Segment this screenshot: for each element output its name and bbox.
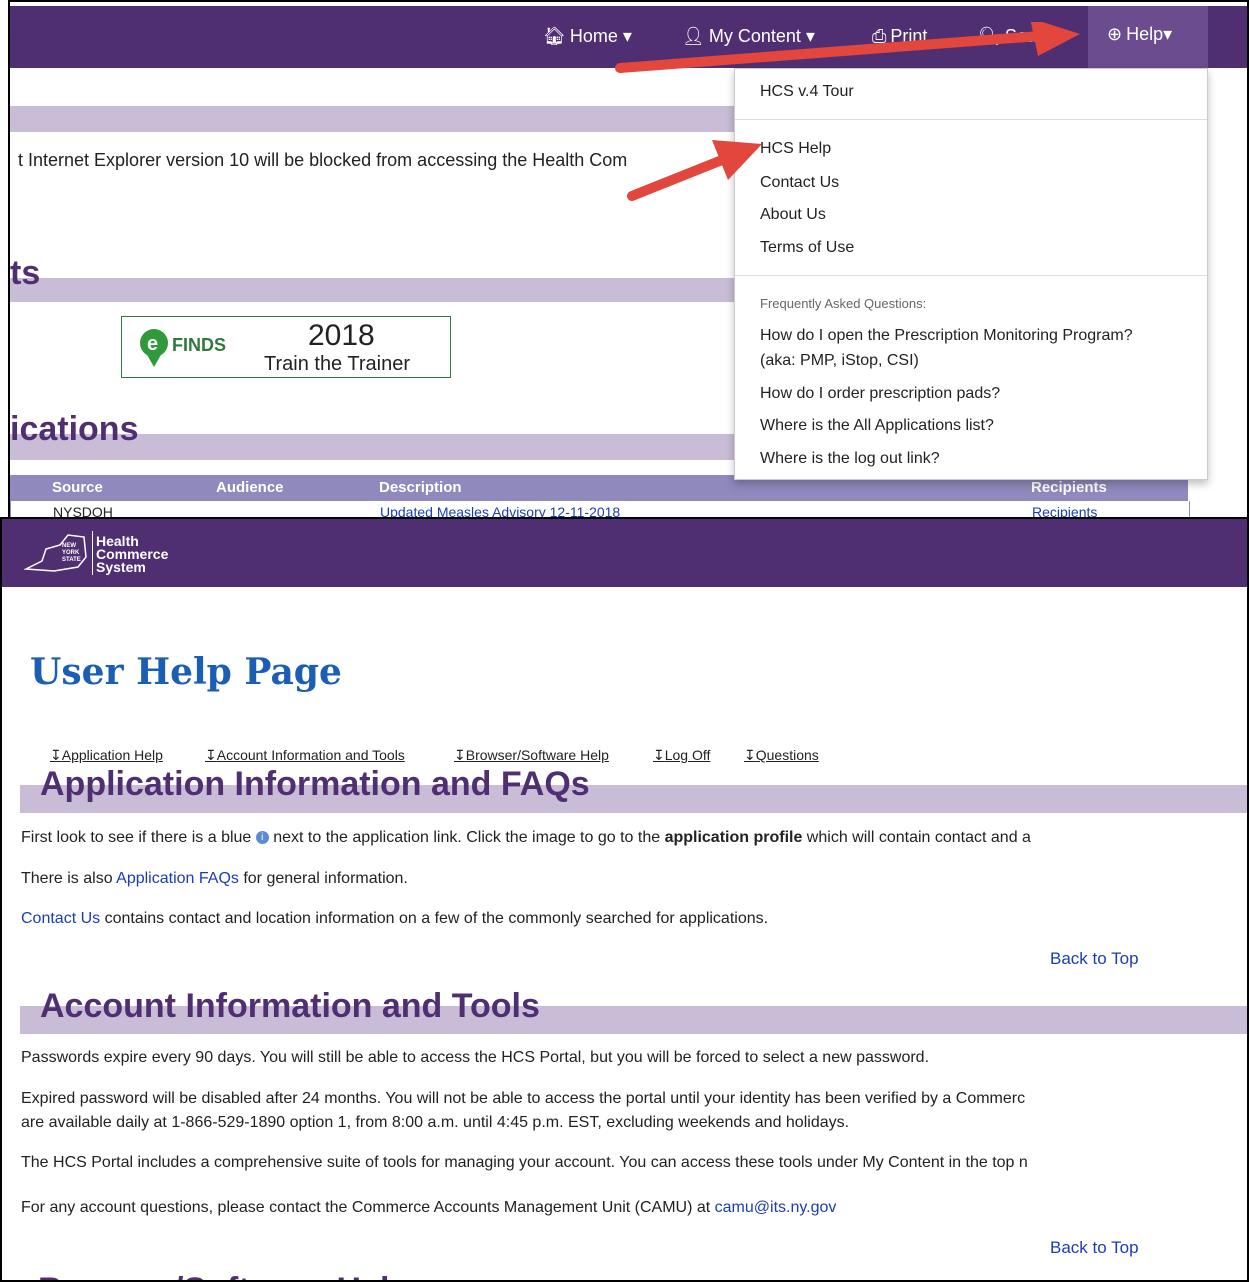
contact-us-link[interactable]: Contact Us <box>21 910 100 927</box>
menu-divider <box>735 119 1207 120</box>
section-heading-account-info: Account Information and Tools <box>40 987 540 1025</box>
menu-item-hcs-help[interactable]: HCS Help <box>760 140 831 158</box>
lifebuoy-icon: ⊕ <box>1107 24 1123 44</box>
user-icon: 👤︎ <box>682 26 705 46</box>
svg-text:FINDS: FINDS <box>172 335 226 355</box>
account-paragraph-1: Passwords expire every 90 days. You will… <box>21 1049 930 1066</box>
col-audience: Audience <box>216 479 284 496</box>
menu-item-terms[interactable]: Terms of Use <box>760 239 854 257</box>
efinds-training-banner[interactable]: e FINDS 2018 Train the Trainer <box>121 316 451 378</box>
nav-print[interactable]: ⎙ Print <box>872 26 927 47</box>
section-heading-browser-partial: Browser/Software Help <box>38 1271 410 1280</box>
section-heading-app-info: Application Information and FAQs <box>40 765 590 803</box>
anchor-browser-help[interactable]: ↧Browser/Software Help <box>454 747 609 764</box>
logo-divider <box>92 531 93 575</box>
app-info-paragraph-2: There is also Application FAQs for gener… <box>21 870 408 887</box>
home-icon: 🏠︎ <box>543 26 566 46</box>
anchor-account-info[interactable]: ↧Account Information and Tools <box>205 747 405 764</box>
printer-icon: ⎙ <box>872 26 887 46</box>
nav-search[interactable]: 🔍︎ Search <box>978 26 1062 47</box>
col-source: Source <box>52 479 103 496</box>
hcs-portal-screenshot: 🏠︎ Home ▾ 👤︎ My Content ▾ ⎙ Print 🔍︎ Search … <box>8 0 1249 519</box>
info-icon: i <box>255 831 269 845</box>
account-paragraph-3: The HCS Portal includes a comprehensive … <box>21 1154 1028 1171</box>
camu-email-link[interactable]: camu@its.ny.gov <box>715 1199 837 1216</box>
banner-year: 2018 <box>308 319 375 352</box>
anchor-questions[interactable]: ↧Questions <box>744 747 819 764</box>
account-paragraph-4: For any account questions, please contac… <box>21 1199 837 1216</box>
search-icon: 🔍︎ <box>978 26 1001 46</box>
hcs-header-banner: NEW YORK STATE Health Commerce System <box>2 519 1247 587</box>
anchor-log-off[interactable]: ↧Log Off <box>653 747 710 764</box>
back-to-top-link[interactable]: Back to Top <box>1050 949 1139 969</box>
nav-help[interactable]: ⊕ Help▾ <box>1107 24 1172 45</box>
svg-text:e: e <box>147 333 158 355</box>
efinds-logo-icon: e FINDS <box>140 329 226 367</box>
menu-item-about-us[interactable]: About Us <box>760 206 826 224</box>
section-heading-partial: ts <box>10 254 41 292</box>
application-faqs-link[interactable]: Application FAQs <box>116 870 239 887</box>
svg-text:NEW: NEW <box>62 543 76 549</box>
help-dropdown-menu: HCS v.4 Tour HCS Help Contact Us About U… <box>734 68 1208 480</box>
banner-subtitle: Train the Trainer <box>264 353 410 375</box>
account-paragraph-2: Expired password will be disabled after … <box>21 1090 1026 1107</box>
page-title: User Help Page <box>30 651 342 693</box>
anchor-application-help[interactable]: ↧Application Help <box>50 747 163 764</box>
faq-prescription-pads[interactable]: How do I order prescription pads? <box>760 385 1000 403</box>
faq-all-applications[interactable]: Where is the All Applications list? <box>760 417 994 435</box>
col-description: Description <box>379 479 462 496</box>
nav-home[interactable]: 🏠︎ Home ▾ <box>543 26 632 47</box>
back-to-top-link[interactable]: Back to Top <box>1050 1238 1139 1258</box>
nav-my-content[interactable]: 👤︎ My Content ▾ <box>682 26 815 47</box>
top-navigation-bar: 🏠︎ Home ▾ 👤︎ My Content ▾ ⎙ Print 🔍︎ Search … <box>10 6 1247 68</box>
faq-log-out[interactable]: Where is the log out link? <box>760 450 940 468</box>
app-info-paragraph-1: First look to see if there is a blue i n… <box>21 829 1031 846</box>
app-info-paragraph-3: Contact Us contains contact and location… <box>21 910 769 927</box>
faq-pmp-aka[interactable]: (aka: PMP, iStop, CSI) <box>760 352 919 370</box>
logo-text-system: System <box>96 559 146 575</box>
account-paragraph-2b: are available daily at 1-866-529-1890 op… <box>21 1114 850 1131</box>
svg-text:YORK: YORK <box>62 550 80 556</box>
menu-item-contact-us[interactable]: Contact Us <box>760 174 839 192</box>
menu-item-tour[interactable]: HCS v.4 Tour <box>760 83 854 101</box>
browser-notice: t Internet Explorer version 10 will be b… <box>18 150 628 170</box>
col-recipients: Recipients <box>1031 479 1107 496</box>
section-bar <box>10 106 740 132</box>
faq-label: Frequently Asked Questions: <box>760 296 927 311</box>
hcs-logo[interactable]: NEW YORK STATE Health Commerce System <box>24 531 184 577</box>
user-help-page-screenshot: NEW YORK STATE Health Commerce System Us… <box>0 517 1249 1282</box>
faq-pmp[interactable]: How do I open the Prescription Monitorin… <box>760 327 1133 345</box>
section-bar <box>10 278 740 302</box>
nys-map-icon: NEW YORK STATE <box>24 534 87 572</box>
section-heading-partial: ications <box>10 410 139 448</box>
svg-text:STATE: STATE <box>62 557 81 563</box>
menu-divider <box>735 275 1207 276</box>
